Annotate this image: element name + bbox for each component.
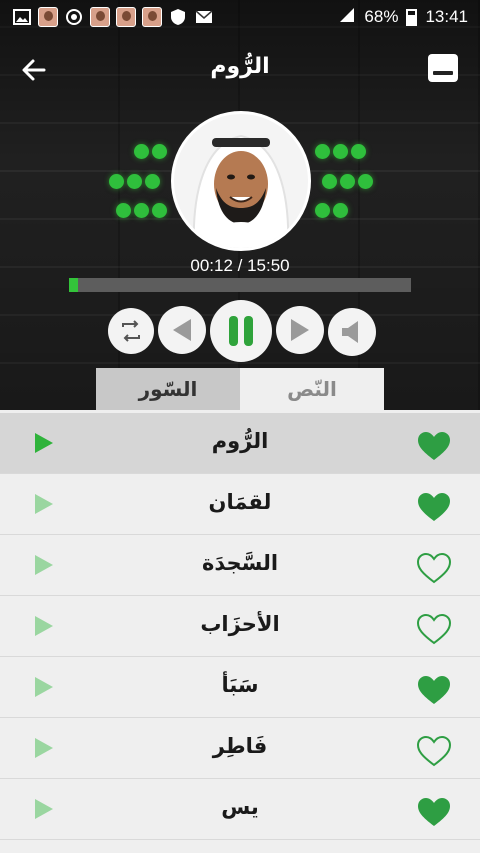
list-item[interactable]: فَاطِر xyxy=(0,718,480,779)
notification-thumbnail-icon xyxy=(142,7,162,27)
notification-thumbnail-icon xyxy=(38,7,58,27)
previous-icon xyxy=(173,319,191,341)
playback-time: 00:12 / 15:50 xyxy=(190,256,290,275)
heart-outline-icon[interactable] xyxy=(416,734,452,772)
heart-filled-icon[interactable] xyxy=(416,490,452,528)
tab-text[interactable]: النّص xyxy=(240,368,384,410)
surah-list: الرُّوم لقمَان السَّجدَة الأحزَاب سَبَأ فَاطِ… xyxy=(0,413,480,840)
pause-icon xyxy=(229,316,253,346)
clock: 13:41 xyxy=(425,7,468,26)
list-item[interactable]: لقمَان xyxy=(0,474,480,535)
page-title: الرُّوم xyxy=(210,54,270,79)
notification-thumbnail-icon xyxy=(90,7,110,27)
heart-filled-icon[interactable] xyxy=(416,429,452,467)
heart-outline-icon[interactable] xyxy=(416,551,452,589)
view-tabs: السّور النّص xyxy=(96,368,384,410)
heart-filled-icon[interactable] xyxy=(416,795,452,833)
previous-button[interactable] xyxy=(158,306,206,354)
heart-filled-icon[interactable] xyxy=(416,673,452,711)
list-item[interactable]: الأحزَاب xyxy=(0,596,480,657)
repeat-button[interactable] xyxy=(108,308,154,354)
speaker-icon xyxy=(342,321,358,343)
surah-name: السَّجدَة xyxy=(201,551,279,575)
surah-name: لقمَان xyxy=(208,490,272,514)
status-bar: 68% 13:41 xyxy=(0,0,480,34)
surah-name: فَاطِر xyxy=(212,734,268,758)
battery-percent: 68% xyxy=(364,7,399,26)
reciter-avatar xyxy=(171,111,311,251)
title-bar: الرُّوم xyxy=(0,44,480,96)
gallery-icon xyxy=(12,7,32,27)
mail-icon xyxy=(194,7,214,27)
surah-name: الرُّوم xyxy=(211,429,269,453)
list-item[interactable]: الرُّوم xyxy=(0,413,480,474)
signal-icon xyxy=(338,7,356,28)
list-item[interactable]: سَبَأ xyxy=(0,657,480,718)
minimize-button[interactable] xyxy=(428,54,458,82)
surah-name: سَبَأ xyxy=(221,673,259,697)
next-button[interactable] xyxy=(276,306,324,354)
list-item[interactable]: السَّجدَة xyxy=(0,535,480,596)
progress-bar[interactable] xyxy=(69,278,411,292)
battery-icon xyxy=(406,8,418,26)
shield-icon xyxy=(168,7,188,27)
pause-button[interactable] xyxy=(210,300,272,362)
progress-fill xyxy=(69,278,79,292)
surah-name: الأحزَاب xyxy=(200,612,280,636)
surah-name: يس xyxy=(221,795,259,819)
sync-icon xyxy=(64,7,84,27)
list-item[interactable]: يس xyxy=(0,779,480,840)
heart-outline-icon[interactable] xyxy=(416,612,452,650)
repeat-icon xyxy=(122,320,140,342)
volume-button[interactable] xyxy=(328,308,376,356)
next-icon xyxy=(291,319,309,341)
notification-thumbnail-icon xyxy=(116,7,136,27)
tab-surahs[interactable]: السّور xyxy=(96,368,240,410)
